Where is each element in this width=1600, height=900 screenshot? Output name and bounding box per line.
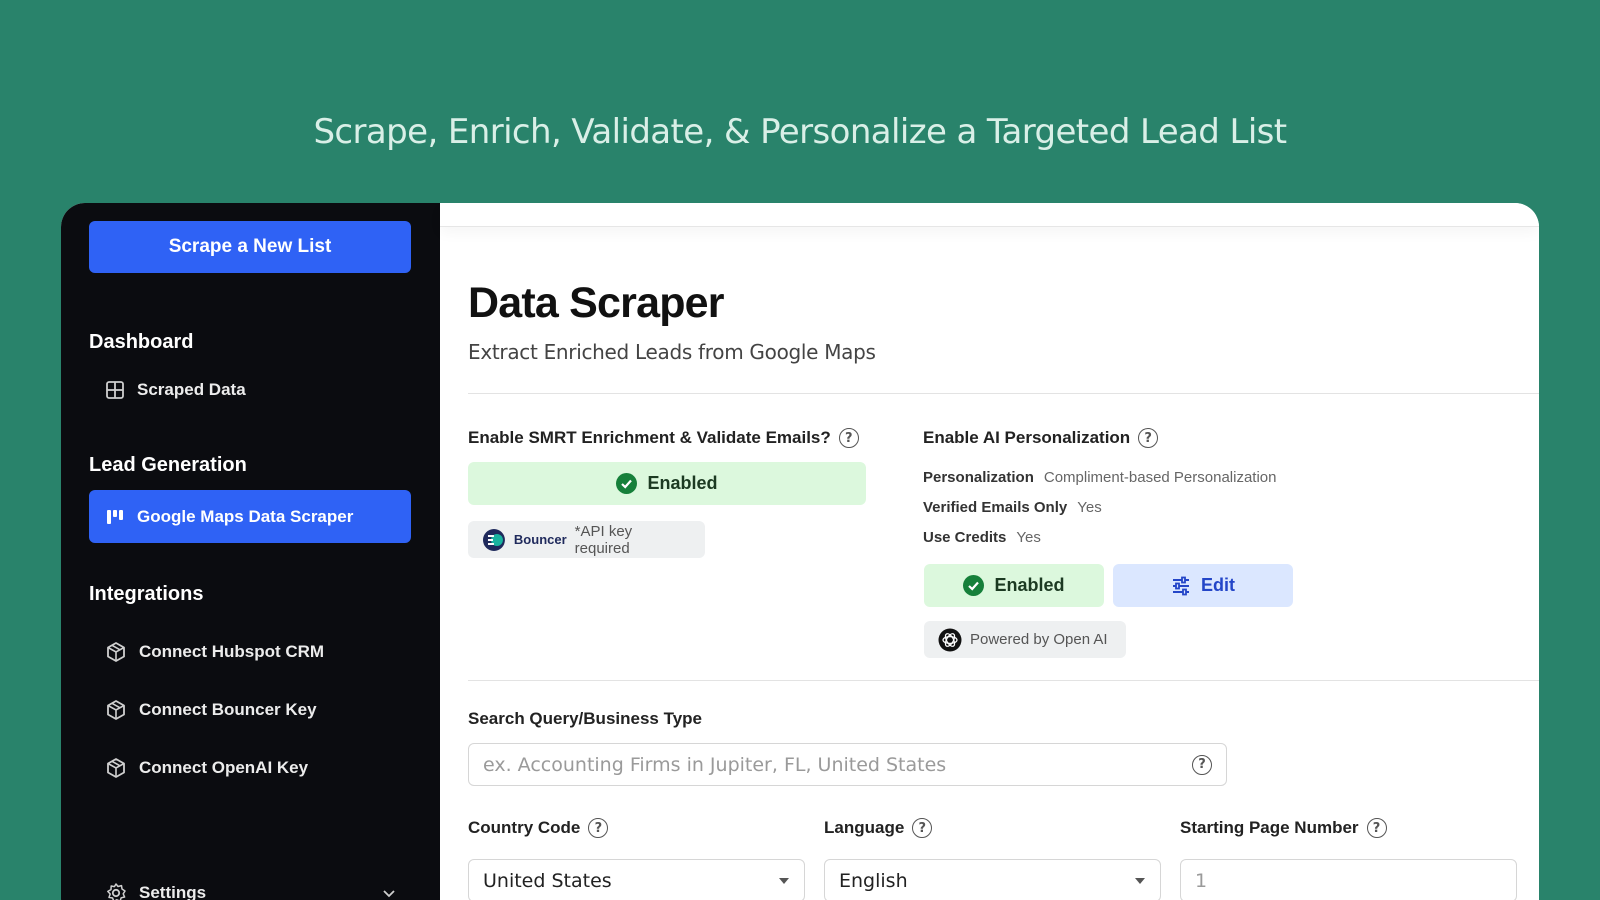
help-icon[interactable]: ?	[1192, 754, 1212, 775]
ai-setting-key: Personalization	[923, 469, 1034, 486]
chevron-down-icon	[383, 890, 395, 898]
ai-setting-row: Personalization Compliment-based Persona…	[923, 469, 1276, 486]
help-icon[interactable]: ?	[838, 428, 859, 448]
ai-setting-value: Compliment-based Personalization	[1043, 469, 1277, 486]
ai-setting-row: Verified Emails Only Yes	[923, 499, 1276, 516]
enrichment-status: Enabled	[647, 473, 718, 493]
ai-setting-value: Yes	[1016, 529, 1041, 546]
bouncer-name: Bouncer	[513, 532, 567, 547]
language-label-text: Language	[824, 818, 905, 837]
start-page-label: Starting Page Number ?	[1180, 818, 1387, 838]
sidebar-item-connect-bouncer[interactable]: Connect Bouncer Key	[89, 688, 412, 732]
start-page-label-text: Starting Page Number	[1180, 818, 1359, 837]
ai-label: Enable AI Personalization ?	[923, 428, 1159, 448]
ai-setting-key: Use Credits	[923, 529, 1007, 546]
help-icon[interactable]: ?	[1366, 818, 1387, 838]
page-subtitle: Extract Enriched Leads from Google Maps	[468, 340, 876, 364]
openai-logo-icon	[938, 628, 962, 651]
powered-by-text: Powered by Open AI	[970, 631, 1108, 648]
sliders-icon	[1173, 576, 1189, 595]
country-select[interactable]: United States	[468, 859, 805, 900]
bouncer-badge: Bouncer *API key required	[468, 521, 705, 558]
language-select[interactable]: English	[824, 859, 1161, 900]
edit-label: Edit	[1201, 575, 1235, 595]
divider	[468, 393, 1539, 394]
enrichment-enabled-toggle[interactable]: Enabled	[468, 462, 866, 505]
cube-icon	[107, 758, 125, 778]
help-icon[interactable]: ?	[912, 818, 933, 838]
language-label: Language ?	[824, 818, 933, 838]
integrations-list: Connect Hubspot CRM Connect Bouncer Key …	[89, 630, 412, 790]
bouncer-logo-icon	[482, 528, 505, 551]
divider	[468, 680, 1539, 681]
grid-icon	[106, 381, 124, 399]
sidebar-item-google-maps-scraper[interactable]: Google Maps Data Scraper	[89, 490, 411, 543]
sidebar-heading-integrations: Integrations	[89, 583, 204, 605]
check-circle-icon	[963, 575, 985, 596]
app-window: Scrape a New List Dashboard Scraped Data…	[61, 203, 1539, 900]
sidebar-heading-dashboard: Dashboard	[89, 331, 194, 353]
search-placeholder: ex. Accounting Firms in Jupiter, FL, Uni…	[483, 753, 947, 776]
page-title: Data Scraper	[468, 279, 725, 327]
sidebar-item-label: Scraped Data	[137, 380, 246, 399]
search-label: Search Query/Business Type	[468, 709, 703, 728]
search-input[interactable]: ex. Accounting Firms in Jupiter, FL, Uni…	[468, 743, 1227, 786]
country-label-text: Country Code	[468, 818, 581, 837]
caret-down-icon	[779, 877, 789, 884]
sidebar-item-scraped-data[interactable]: Scraped Data	[89, 368, 412, 412]
edit-button[interactable]: Edit	[1113, 564, 1293, 607]
start-page-input[interactable]: 1	[1180, 859, 1517, 900]
country-value: United States	[483, 869, 612, 892]
api-key-note: *API key required	[574, 522, 633, 557]
ai-setting-row: Use Credits Yes	[923, 529, 1276, 546]
sidebar-item-label: Connect OpenAI Key	[139, 758, 309, 777]
top-bar	[440, 203, 1539, 227]
ai-status: Enabled	[994, 575, 1065, 595]
sidebar-heading-lead-generation: Lead Generation	[89, 454, 247, 476]
enrichment-label-text: Enable SMRT Enrichment & Validate Emails…	[468, 428, 831, 447]
check-circle-icon	[616, 473, 638, 494]
sidebar-item-label: Settings	[139, 883, 207, 900]
ai-settings-list: Personalization Compliment-based Persona…	[923, 469, 1276, 546]
headline: Scrape, Enrich, Validate, & Personalize …	[313, 112, 1287, 152]
ai-setting-value: Yes	[1077, 499, 1102, 516]
scrape-new-list-button[interactable]: Scrape a New List	[89, 221, 411, 273]
sidebar-item-label: Connect Hubspot CRM	[139, 642, 325, 661]
ai-label-text: Enable AI Personalization	[923, 428, 1131, 447]
cube-icon	[107, 642, 125, 662]
sidebar-item-connect-hubspot[interactable]: Connect Hubspot CRM	[89, 630, 412, 674]
main-panel: Data Scraper Extract Enriched Leads from…	[440, 203, 1539, 900]
sidebar: Scrape a New List Dashboard Scraped Data…	[61, 203, 440, 900]
cube-icon	[107, 700, 125, 720]
caret-down-icon	[1135, 877, 1145, 884]
help-icon[interactable]: ?	[1138, 428, 1159, 448]
enrichment-label: Enable SMRT Enrichment & Validate Emails…	[468, 428, 859, 448]
sidebar-item-label: Google Maps Data Scraper	[137, 506, 354, 526]
start-page-placeholder: 1	[1195, 869, 1208, 892]
kanban-icon	[107, 509, 123, 524]
sidebar-item-settings[interactable]: Settings	[89, 871, 411, 900]
help-icon[interactable]: ?	[588, 818, 609, 838]
ai-setting-key: Verified Emails Only	[923, 499, 1068, 516]
country-label: Country Code ?	[468, 818, 609, 838]
sidebar-item-label: Connect Bouncer Key	[139, 700, 317, 719]
language-value: English	[839, 869, 908, 892]
openai-badge: Powered by Open AI	[924, 621, 1126, 658]
ai-enabled-toggle[interactable]: Enabled	[924, 564, 1104, 607]
sidebar-item-connect-openai[interactable]: Connect OpenAI Key	[89, 746, 412, 790]
gear-icon	[107, 883, 126, 900]
